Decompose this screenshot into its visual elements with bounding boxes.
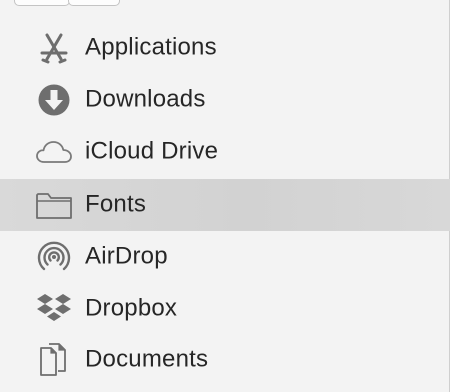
sidebar-item-label: Documents: [85, 345, 209, 373]
finder-sidebar: Applications Downloads iCloud Drive Font…: [0, 0, 450, 392]
sidebar-item-dropbox[interactable]: Dropbox: [0, 283, 450, 335]
sidebar-item-airdrop[interactable]: AirDrop: [0, 231, 450, 283]
sidebar-item-applications[interactable]: Applications: [0, 22, 450, 74]
folder-icon: [34, 185, 74, 225]
sidebar-item-label: Dropbox: [85, 294, 178, 322]
sidebar-item-fonts[interactable]: Fonts: [0, 179, 450, 231]
airdrop-icon: [34, 237, 74, 277]
forward-button[interactable]: [68, 0, 120, 6]
toolbar-strip: [0, 0, 450, 8]
sidebar-item-label: Fonts: [85, 190, 147, 218]
sidebar-item-downloads[interactable]: Downloads: [0, 74, 450, 126]
back-button[interactable]: [14, 0, 70, 6]
downloads-icon: [34, 80, 74, 120]
dropbox-icon: [34, 289, 74, 329]
documents-icon: [34, 340, 74, 380]
sidebar-item-documents[interactable]: Documents: [0, 334, 450, 386]
icloud-icon: [34, 132, 74, 172]
sidebar-item-label: Downloads: [85, 85, 206, 113]
sidebar-item-icloud-drive[interactable]: iCloud Drive: [0, 126, 450, 178]
applications-icon: [34, 28, 74, 68]
sidebar-item-label: AirDrop: [85, 242, 168, 270]
sidebar-item-label: iCloud Drive: [85, 137, 219, 165]
sidebar-item-label: Applications: [85, 33, 217, 61]
